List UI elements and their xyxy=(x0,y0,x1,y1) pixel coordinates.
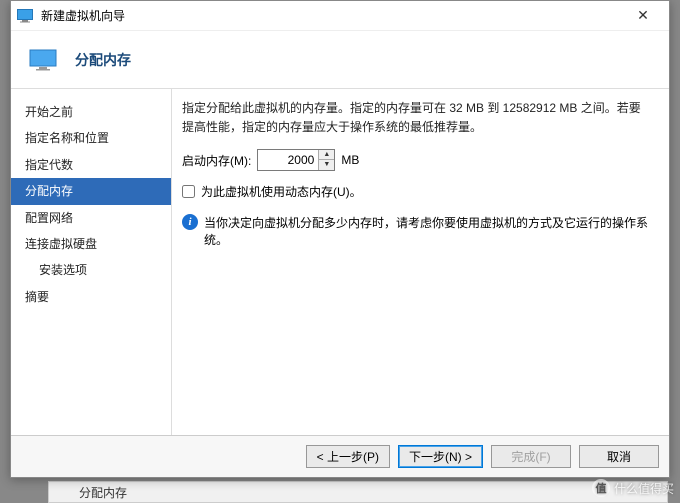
step-summary[interactable]: 摘要 xyxy=(11,284,171,310)
footer: < 上一步(P) 下一步(N) > 完成(F) 取消 xyxy=(11,435,669,477)
step-generation[interactable]: 指定代数 xyxy=(11,152,171,178)
memory-unit: MB xyxy=(341,153,359,167)
dynamic-memory-label: 为此虚拟机使用动态内存(U)。 xyxy=(201,183,362,200)
dynamic-memory-checkbox[interactable] xyxy=(182,185,195,198)
header: 分配内存 xyxy=(11,31,669,89)
content-pane: 指定分配给此虚拟机的内存量。指定的内存量可在 32 MB 到 12582912 … xyxy=(171,89,669,435)
step-name-location[interactable]: 指定名称和位置 xyxy=(11,125,171,151)
watermark-text: 什么值得买 xyxy=(614,480,674,497)
background-wizard-step: 分配内存 xyxy=(48,481,668,503)
titlebar: 新建虚拟机向导 ✕ xyxy=(11,1,669,31)
step-configure-network[interactable]: 配置网络 xyxy=(11,205,171,231)
window-title: 新建虚拟机向导 xyxy=(41,7,623,24)
app-icon xyxy=(17,8,33,24)
header-icon xyxy=(29,49,57,71)
info-icon: i xyxy=(182,214,198,230)
step-assign-memory[interactable]: 分配内存 xyxy=(11,178,171,204)
close-button[interactable]: ✕ xyxy=(623,2,663,30)
watermark: 值 什么值得买 xyxy=(592,479,674,497)
memory-spin-down[interactable]: ▼ xyxy=(319,160,334,170)
memory-input[interactable] xyxy=(258,150,318,170)
step-connect-vhd[interactable]: 连接虚拟硬盘 xyxy=(11,231,171,257)
previous-button[interactable]: < 上一步(P) xyxy=(306,445,390,468)
page-title: 分配内存 xyxy=(75,50,131,70)
info-row: i 当你决定向虚拟机分配多少内存时，请考虑你要使用虚拟机的方式及它运行的操作系统… xyxy=(182,214,649,248)
step-before-begin[interactable]: 开始之前 xyxy=(11,99,171,125)
memory-spinner: ▲ ▼ xyxy=(257,149,335,171)
step-install-options[interactable]: 安装选项 xyxy=(11,257,171,283)
memory-field-row: 启动内存(M): ▲ ▼ MB xyxy=(182,149,649,171)
memory-spin-up[interactable]: ▲ xyxy=(319,150,334,160)
dynamic-memory-row: 为此虚拟机使用动态内存(U)。 xyxy=(182,183,649,200)
wizard-steps-sidebar: 开始之前 指定名称和位置 指定代数 分配内存 配置网络 连接虚拟硬盘 安装选项 … xyxy=(11,89,171,435)
next-button[interactable]: 下一步(N) > xyxy=(398,445,483,468)
description-text: 指定分配给此虚拟机的内存量。指定的内存量可在 32 MB 到 12582912 … xyxy=(182,99,649,137)
finish-button: 完成(F) xyxy=(491,445,571,468)
cancel-button[interactable]: 取消 xyxy=(579,445,659,468)
info-text: 当你决定向虚拟机分配多少内存时，请考虑你要使用虚拟机的方式及它运行的操作系统。 xyxy=(204,214,649,248)
wizard-dialog: 新建虚拟机向导 ✕ 分配内存 开始之前 指定名称和位置 指定代数 分配内存 配置… xyxy=(10,0,670,478)
watermark-icon: 值 xyxy=(592,479,610,497)
memory-label: 启动内存(M): xyxy=(182,152,251,169)
